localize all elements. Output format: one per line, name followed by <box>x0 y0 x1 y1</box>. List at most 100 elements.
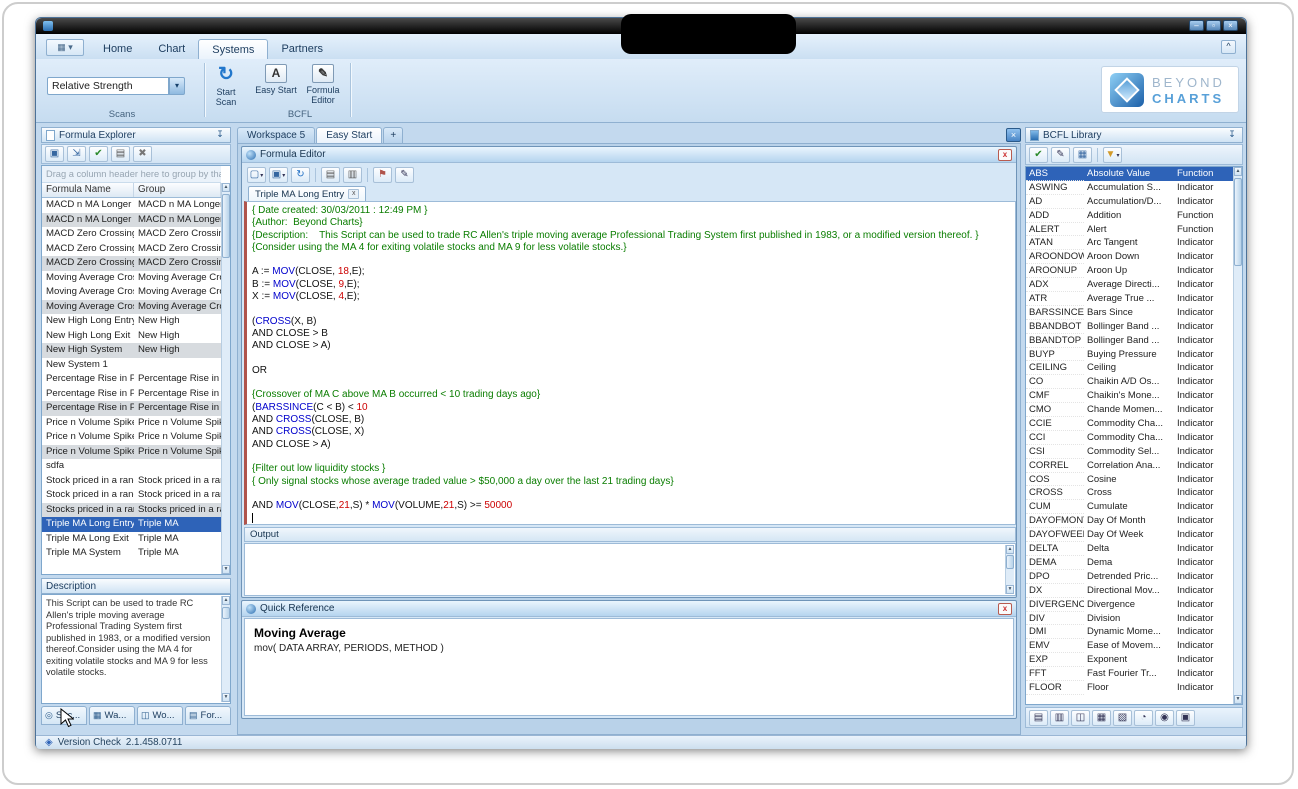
scroll-down-arrow[interactable] <box>1006 585 1014 594</box>
tab-systems[interactable]: Systems <box>198 39 268 59</box>
validate-button[interactable]: ✔ <box>1029 147 1048 163</box>
description-scrollbar[interactable] <box>221 596 230 702</box>
clock-button[interactable]: ◔ <box>1134 710 1153 726</box>
clipboard-button[interactable]: ▥ <box>343 167 362 183</box>
library-row[interactable]: ABSAbsolute ValueFunction <box>1026 167 1234 181</box>
formula-row[interactable]: Moving Average Cros...Moving Average Cro… <box>42 300 221 315</box>
edit-button[interactable]: ✎ <box>1051 147 1070 163</box>
library-row[interactable]: CMOChande Momen...Indicator <box>1026 403 1234 417</box>
output-header[interactable]: Output <box>244 527 1016 542</box>
library-row[interactable]: CROSSCrossIndicator <box>1026 486 1234 500</box>
library-row[interactable]: DPODetrended Pric...Indicator <box>1026 570 1234 584</box>
new-document-button[interactable]: ▢▾ <box>247 167 266 183</box>
formula-row[interactable]: Stock priced in a rang...Stock priced in… <box>42 474 221 489</box>
quick-reference-close-button[interactable]: x <box>998 603 1012 615</box>
formula-row[interactable]: New High SystemNew High <box>42 343 221 358</box>
formula-row[interactable]: Price n Volume Spike ...Price n Volume S… <box>42 416 221 431</box>
formula-row[interactable]: Percentage Rise in Pr...Percentage Rise … <box>42 401 221 416</box>
formula-list-scrollbar[interactable] <box>221 183 230 574</box>
column-header-formula-name[interactable]: Formula Name <box>42 183 134 197</box>
calendar-button[interactable]: ▦ <box>1092 710 1111 726</box>
library-row[interactable]: CEILINGCeilingIndicator <box>1026 361 1234 375</box>
library-row[interactable]: EXPExponentIndicator <box>1026 653 1234 667</box>
scrollbar-thumb[interactable] <box>1006 555 1014 569</box>
close-button[interactable]: × <box>1223 20 1238 31</box>
column-header-group[interactable]: Group <box>134 183 221 197</box>
scan-select[interactable]: Relative Strength <box>47 77 169 95</box>
formula-row[interactable]: Percentage Rise in Pr...Percentage Rise … <box>42 372 221 387</box>
formula-row[interactable]: Stocks priced in a ran...Stocks priced i… <box>42 503 221 518</box>
library-button[interactable]: ▣ <box>1176 710 1195 726</box>
library-row[interactable]: AROONUPAroon UpIndicator <box>1026 264 1234 278</box>
library-row[interactable]: BBANDTOPBollinger Band ...Indicator <box>1026 334 1234 348</box>
print-button[interactable]: ▤ <box>321 167 340 183</box>
library-row[interactable]: DAYOFWEEKDay Of WeekIndicator <box>1026 528 1234 542</box>
chart-button[interactable]: ▥ <box>1050 710 1069 726</box>
output-scrollbar[interactable] <box>1005 545 1014 594</box>
start-scan-button[interactable]: ↻ Start Scan <box>206 64 246 116</box>
workspace-close-button[interactable]: × <box>1006 128 1021 142</box>
library-row[interactable]: ADXAverage Directi...Indicator <box>1026 278 1234 292</box>
library-row[interactable]: ATANArc TangentIndicator <box>1026 236 1234 250</box>
scrollbar-thumb[interactable] <box>222 194 230 258</box>
maximize-button[interactable]: ▫ <box>1206 20 1221 31</box>
library-row[interactable]: DIVDivisionIndicator <box>1026 612 1234 626</box>
book-button[interactable]: ◫ <box>1071 710 1090 726</box>
library-row[interactable]: CMFChaikin's Mone...Indicator <box>1026 389 1234 403</box>
scroll-up-arrow[interactable] <box>1006 545 1014 554</box>
scroll-down-arrow[interactable] <box>1234 695 1242 704</box>
hierarchy-button[interactable]: ▧ <box>1113 710 1132 726</box>
formula-row[interactable]: New System 1 <box>42 358 221 373</box>
formula-dock-tab[interactable]: ▤For... <box>185 706 231 725</box>
validate-button[interactable]: ✔ <box>89 146 108 162</box>
library-row[interactable]: FFTFast Fourier Tr...Indicator <box>1026 667 1234 681</box>
code-editor[interactable]: { Date created: 30/03/2011 : 12:49 PM }{… <box>244 201 1016 525</box>
library-row[interactable]: ADDAdditionFunction <box>1026 209 1234 223</box>
library-row[interactable]: ASWINGAccumulation S...Indicator <box>1026 181 1234 195</box>
globe-button[interactable]: ◉ <box>1155 710 1174 726</box>
tab-easy-start[interactable]: Easy Start <box>316 127 382 143</box>
formula-row[interactable]: Price n Volume Spike ...Price n Volume S… <box>42 445 221 460</box>
library-row[interactable]: BARSSINCEBars SinceIndicator <box>1026 306 1234 320</box>
library-row[interactable]: ADAccumulation/D...Indicator <box>1026 195 1234 209</box>
formula-row[interactable]: MACD Zero CrossingMACD Zero Crossing <box>42 256 221 271</box>
library-row[interactable]: CCICommodity Cha...Indicator <box>1026 431 1234 445</box>
app-menu-button[interactable]: ▦ ▾ <box>46 39 84 56</box>
tab-home[interactable]: Home <box>90 39 145 59</box>
preview-button[interactable]: ▤ <box>111 146 130 162</box>
formula-row[interactable]: Percentage Rise in Pr...Percentage Rise … <box>42 387 221 402</box>
delete-button[interactable]: ✖ <box>133 146 152 162</box>
scrollbar-thumb[interactable] <box>1234 178 1242 266</box>
formula-row[interactable]: MACD n MA Longer T...MACD n MA Longer T.… <box>42 213 221 228</box>
formula-row[interactable]: Stock priced in a rang...Stock priced in… <box>42 488 221 503</box>
tab-chart[interactable]: Chart <box>145 39 198 59</box>
library-row[interactable]: DELTADeltaIndicator <box>1026 542 1234 556</box>
tab-partners[interactable]: Partners <box>268 39 336 59</box>
scroll-down-arrow[interactable] <box>222 693 230 702</box>
edit-button[interactable]: ✎ <box>395 167 414 183</box>
save-button[interactable]: ▣ <box>45 146 64 162</box>
formula-editor-close-button[interactable]: x <box>998 149 1012 161</box>
library-row[interactable]: DIVERGENCEDivergenceIndicator <box>1026 598 1234 612</box>
formula-row[interactable]: MACD Zero CrossingMACD Zero Crossing <box>42 227 221 242</box>
add-workspace-tab-button[interactable]: + <box>383 127 403 143</box>
library-row[interactable]: CUMCumulateIndicator <box>1026 500 1234 514</box>
library-row[interactable]: FLOORFloorIndicator <box>1026 681 1234 695</box>
formula-row[interactable]: Triple MA Long ExitTriple MA <box>42 532 221 547</box>
library-row[interactable]: COChaikin A/D Os...Indicator <box>1026 375 1234 389</box>
library-row[interactable]: CCIECommodity Cha...Indicator <box>1026 417 1234 431</box>
save-button[interactable]: ▣▾ <box>269 167 288 183</box>
library-row[interactable]: ATRAverage True ...Indicator <box>1026 292 1234 306</box>
scroll-up-arrow[interactable] <box>222 596 230 605</box>
pin-icon[interactable]: ↧ <box>214 129 226 141</box>
library-row[interactable]: BUYPBuying PressureIndicator <box>1026 348 1234 362</box>
scroll-up-arrow[interactable] <box>1234 167 1242 176</box>
library-row[interactable]: CSICommodity Sel...Indicator <box>1026 445 1234 459</box>
formula-row[interactable]: Triple MA Long EntryTriple MA <box>42 517 221 532</box>
workspace-dock-tab[interactable]: ◫Wo... <box>137 706 183 725</box>
formula-row[interactable]: MACD Zero CrossingMACD Zero Crossing <box>42 242 221 257</box>
formula-row[interactable]: sdfa <box>42 459 221 474</box>
library-row[interactable]: EMVEase of Movem...Indicator <box>1026 639 1234 653</box>
library-row[interactable]: DEMADemaIndicator <box>1026 556 1234 570</box>
insert-indicator-button[interactable]: ⚑ <box>373 167 392 183</box>
